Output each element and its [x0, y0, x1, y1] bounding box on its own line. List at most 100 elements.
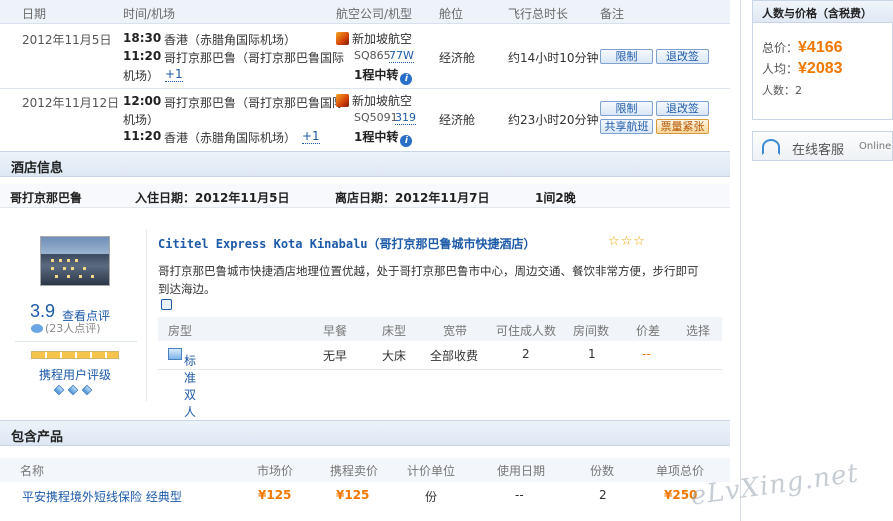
dep-airport: 哥打京那巴鲁（哥打京那巴鲁国际 — [164, 96, 345, 110]
duration: 约23小时20分钟 — [508, 113, 599, 127]
dep-airport-cont: 机场） — [123, 113, 160, 127]
breakfast: 无早 — [323, 349, 348, 363]
flight-date: 2012年11月12日 — [22, 96, 120, 110]
product-header-cell: 份数 — [590, 464, 615, 478]
user-rating-label: 携程用户评级 — [39, 368, 112, 382]
product-name-link[interactable]: 平安携程境外短线保险 经典型 — [22, 488, 182, 505]
product-header-cell: 计价单位 — [407, 464, 456, 478]
review-count: (23人点评) — [31, 320, 101, 336]
refund-change-button[interactable]: 退改签 — [656, 49, 709, 64]
singapore-airlines-logo-icon — [336, 94, 349, 107]
bed-type: 大床 — [382, 349, 407, 363]
hotel-description-cont: 到达海边。 — [158, 282, 216, 296]
arr-airport-cont: 机场） — [123, 69, 160, 83]
singapore-airlines-logo-icon — [336, 32, 349, 45]
product-header-cell: 名称 — [20, 464, 45, 478]
plus-day-link[interactable]: +1 — [165, 67, 183, 82]
transfer-label: 1程中转 — [354, 68, 399, 82]
flight-table-header: 日期 时间/机场 航空公司/机型 舱位 飞行总时长 备注 — [0, 0, 730, 24]
room-type-link[interactable]: 标准双人房 — [168, 347, 196, 436]
price-diff: -- — [642, 347, 651, 361]
per-value: ¥2083 — [798, 60, 843, 77]
col-remark: 备注 — [600, 7, 625, 21]
room-header-cell: 床型 — [382, 324, 407, 338]
price-summary-header: 人数与价格（含税费） — [753, 1, 893, 23]
product-header-cell: 使用日期 — [497, 464, 546, 478]
product-header-cell: 单项总价 — [656, 464, 705, 478]
room-header-cell: 房间数 — [573, 324, 610, 338]
people-count: 人数：2 — [762, 82, 802, 98]
hotel-name-link[interactable]: Cititel Express Kota Kinabalu（哥打京那巴鲁城市快捷… — [158, 235, 536, 252]
flight-no: SQ5091 — [354, 111, 398, 124]
product-header-cell: 市场价 — [257, 464, 294, 478]
divider — [15, 341, 137, 342]
info-icon[interactable]: i — [400, 73, 413, 85]
transfer-info[interactable]: 1程中转 i — [354, 128, 413, 147]
col-airline: 航空公司/机型 — [336, 7, 413, 21]
arr-time: 11:20 — [123, 129, 162, 143]
transfer-info[interactable]: 1程中转 i — [354, 66, 413, 85]
hotel-section-header: 酒店信息 — [0, 151, 730, 177]
checkin-date: 入住日期：2012年11月5日 — [135, 191, 290, 205]
transfer-label: 1程中转 — [354, 130, 399, 144]
broadband: 全部收费 — [430, 349, 479, 363]
room-row: 标准双人房 无早 大床 全部收费 2 1 -- — [158, 342, 722, 436]
products-table-header: 名称 市场价 携程卖价 计价单位 使用日期 份数 单项总价 — [0, 458, 730, 482]
shared-flight-button[interactable]: 共享航班 — [600, 119, 653, 134]
col-cabin: 舱位 — [439, 7, 464, 21]
diamond-rating — [52, 384, 94, 398]
hotel-photo[interactable] — [40, 236, 110, 286]
plus-day-link[interactable]: +1 — [302, 129, 320, 144]
per-person-price: 人均：¥2083 — [762, 60, 843, 78]
info-icon[interactable]: i — [400, 135, 413, 147]
room-count: 1 — [588, 347, 596, 361]
cabin: 经济舱 — [439, 113, 476, 127]
comment-icon — [31, 324, 43, 333]
picture-icon — [168, 348, 182, 360]
hotel-summary-row: 哥打京那巴鲁 入住日期：2012年11月5日 离店日期：2012年11月7日 1… — [0, 184, 730, 208]
arr-time: 11:20 — [123, 49, 162, 63]
tickets-tight-badge: 票量紧张 — [656, 119, 709, 134]
cabin: 经济舱 — [439, 51, 476, 65]
main-content: 日期 时间/机场 航空公司/机型 舱位 飞行总时长 备注 2012年11月5日 … — [0, 0, 740, 521]
room-header-cell: 选择 — [686, 324, 711, 338]
column-divider — [740, 0, 741, 521]
online-service-button[interactable]: 在线客服 Online — [752, 131, 893, 161]
limit-button[interactable]: 限制 — [600, 101, 653, 116]
col-duration: 飞行总时长 — [508, 7, 569, 21]
flight-no: SQ865 — [354, 49, 391, 62]
ctrip-price: ¥125 — [336, 488, 370, 502]
section-title: 包含产品 — [11, 430, 64, 445]
rooms-nights: 1间2晚 — [535, 191, 576, 205]
map-icon[interactable] — [161, 299, 172, 310]
diamond-icon — [67, 384, 79, 396]
headset-icon — [762, 139, 780, 155]
airline: 新加坡航空 — [336, 92, 412, 109]
divider — [0, 88, 730, 89]
star-rating: ☆☆☆ — [608, 234, 646, 249]
room-header-cell: 宽带 — [443, 324, 468, 338]
product-row: 平安携程境外短线保险 经典型 ¥125 ¥125 份 -- 2 ¥250 — [0, 484, 730, 510]
hotel-city: 哥打京那巴鲁 — [10, 191, 83, 205]
airline: 新加坡航空 — [336, 30, 412, 47]
per-label: 人均： — [762, 62, 799, 76]
col-time-airport: 时间/机场 — [123, 7, 176, 21]
room-header-cell: 可住成人数 — [496, 324, 557, 338]
airline-name: 新加坡航空 — [352, 94, 413, 108]
arr-airport: 香港（赤腊角国际机场） — [164, 131, 297, 145]
diamond-icon — [81, 384, 93, 396]
people-label: 人数： — [762, 84, 795, 97]
room-header-cell: 房型 — [168, 324, 193, 338]
limit-button[interactable]: 限制 — [600, 49, 653, 64]
room-header-cell: 早餐 — [323, 324, 348, 338]
rating-bar — [31, 351, 119, 359]
room-header-cell: 价差 — [636, 324, 661, 338]
aircraft-model-link[interactable]: 319 — [395, 111, 416, 125]
aircraft-model-link[interactable]: 77W — [389, 49, 414, 63]
hotel-description: 哥打京那巴鲁城市快捷酒店地理位置优越，处于哥打京那巴鲁市中心，周边交通、餐饮非常… — [158, 264, 699, 278]
refund-change-button[interactable]: 退改签 — [656, 101, 709, 116]
product-count: 2 — [599, 488, 607, 502]
products-section-header: 包含产品 — [0, 420, 730, 446]
room-table-header: 房型 早餐 床型 宽带 可住成人数 房间数 价差 选择 — [158, 317, 722, 341]
checkout-date: 离店日期：2012年11月7日 — [335, 191, 490, 205]
